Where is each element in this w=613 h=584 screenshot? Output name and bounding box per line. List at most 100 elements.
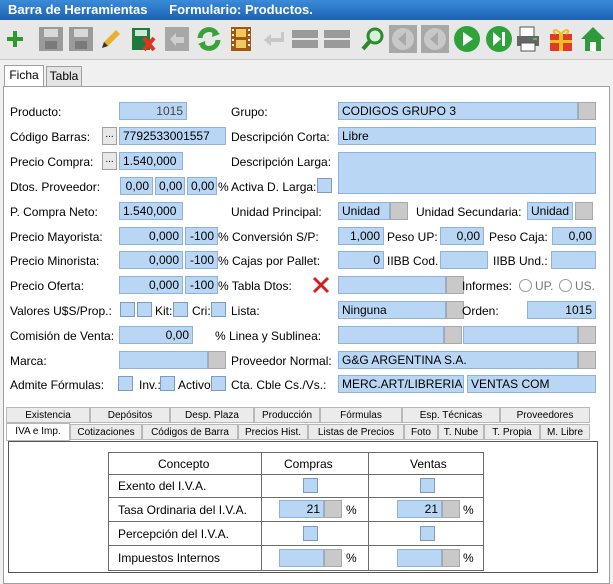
home-icon[interactable] bbox=[578, 24, 608, 54]
precio-compra-field[interactable]: 1.540,000 bbox=[119, 152, 183, 170]
search-icon[interactable] bbox=[358, 24, 388, 54]
tab-listas-precios[interactable]: Listas de Precios bbox=[308, 424, 404, 440]
tabla-dtos-field[interactable] bbox=[338, 276, 446, 294]
unidad-secundaria-dropdown[interactable] bbox=[575, 202, 593, 220]
iibb-cod-field[interactable] bbox=[440, 251, 488, 269]
close-icon[interactable] bbox=[311, 275, 331, 295]
desc-corta-field[interactable]: Libre bbox=[338, 127, 596, 145]
desc-larga-field[interactable] bbox=[338, 152, 596, 194]
iibb-und-field[interactable] bbox=[551, 251, 596, 269]
sublinea-dropdown[interactable] bbox=[578, 326, 596, 344]
tab-proveedores[interactable]: Proveedores bbox=[500, 407, 590, 423]
save-as-icon[interactable] bbox=[66, 24, 96, 54]
back-arrow-icon[interactable] bbox=[258, 24, 288, 54]
tab-ficha[interactable]: Ficha bbox=[4, 65, 44, 87]
tab-existencia[interactable]: Existencia bbox=[6, 407, 90, 423]
next-record-icon[interactable] bbox=[452, 24, 482, 54]
informes-up-radio[interactable] bbox=[519, 279, 532, 292]
tab-t-propia[interactable]: T. Propia bbox=[484, 424, 540, 440]
impuestos-ventas-spin[interactable] bbox=[442, 549, 460, 567]
cta-compras-field[interactable]: MERC.ART/LIBRERIA bbox=[338, 375, 464, 393]
tab-tabla[interactable]: Tabla bbox=[46, 66, 82, 86]
proveedor-field[interactable]: G&G ARGENTINA S.A. bbox=[338, 351, 578, 369]
orden-field[interactable]: 1015 bbox=[527, 301, 596, 319]
precio-compra-browse-button[interactable]: ... bbox=[102, 152, 117, 170]
tab-foto[interactable]: Foto bbox=[404, 424, 438, 440]
tab-produccion[interactable]: Producción bbox=[254, 407, 320, 423]
tab-cotizaciones[interactable]: Cotizaciones bbox=[70, 424, 142, 440]
conversion-field[interactable]: 1,000 bbox=[338, 227, 384, 245]
percepcion-compras-checkbox[interactable] bbox=[303, 526, 318, 541]
delete-icon[interactable] bbox=[128, 24, 158, 54]
informes-us-radio[interactable] bbox=[559, 279, 572, 292]
film-icon[interactable] bbox=[226, 24, 256, 54]
marca-dropdown[interactable] bbox=[208, 351, 226, 369]
grupo-dropdown-button[interactable] bbox=[578, 102, 596, 120]
edit-pencil-icon[interactable] bbox=[96, 24, 126, 54]
previous-record-icon[interactable] bbox=[420, 24, 450, 54]
gift-icon[interactable] bbox=[546, 24, 576, 54]
exento-ventas-checkbox[interactable] bbox=[420, 478, 435, 493]
proveedor-dropdown[interactable] bbox=[578, 351, 596, 369]
inv-checkbox[interactable] bbox=[160, 376, 175, 391]
first-record-icon[interactable] bbox=[388, 24, 418, 54]
sublinea-field[interactable] bbox=[463, 326, 578, 344]
tab-depositos[interactable]: Depósitos bbox=[90, 407, 170, 423]
cri-checkbox[interactable] bbox=[211, 302, 226, 317]
precio-minorista-pct-field[interactable]: -100 bbox=[185, 251, 218, 269]
precio-mayorista-field[interactable]: 0,000 bbox=[119, 227, 183, 245]
precio-oferta-pct-field[interactable]: -100 bbox=[185, 276, 218, 294]
percepcion-ventas-checkbox[interactable] bbox=[420, 526, 435, 541]
unidad-principal-dropdown[interactable] bbox=[390, 202, 408, 220]
admite-formulas-checkbox[interactable] bbox=[118, 376, 133, 391]
p-compra-neto-field[interactable]: 1.540,000 bbox=[119, 202, 183, 220]
lista-field[interactable]: Ninguna bbox=[338, 301, 446, 319]
impuestos-compras-spin[interactable] bbox=[324, 549, 342, 567]
tasa-ventas-field[interactable]: 21 bbox=[397, 500, 442, 518]
activo-checkbox[interactable] bbox=[211, 376, 226, 391]
dto3-field[interactable]: 0,00 bbox=[187, 177, 217, 195]
linea-field[interactable] bbox=[338, 326, 444, 344]
tab-m-libre[interactable]: M. Libre bbox=[540, 424, 590, 440]
dto2-field[interactable]: 0,00 bbox=[155, 177, 185, 195]
tab-desp-plaza[interactable]: Desp. Plaza bbox=[170, 407, 254, 423]
save-icon[interactable] bbox=[36, 24, 66, 54]
list-alt-icon[interactable] bbox=[322, 24, 352, 54]
add-icon[interactable] bbox=[0, 24, 30, 54]
tab-esp-tecnicas[interactable]: Esp. Técnicas bbox=[402, 407, 500, 423]
print-icon[interactable] bbox=[514, 24, 544, 54]
precio-oferta-field[interactable]: 0,000 bbox=[119, 276, 183, 294]
tab-formulas[interactable]: Fórmulas bbox=[320, 407, 402, 423]
precio-mayorista-pct-field[interactable]: -100 bbox=[185, 227, 218, 245]
exento-compras-checkbox[interactable] bbox=[303, 478, 318, 493]
impuestos-ventas-field[interactable] bbox=[397, 549, 442, 567]
marca-field[interactable] bbox=[119, 351, 208, 369]
refresh-icon[interactable] bbox=[194, 24, 224, 54]
tab-iva-imp[interactable]: IVA e Imp. bbox=[6, 423, 70, 441]
last-record-icon[interactable] bbox=[484, 24, 514, 54]
tasa-compras-field[interactable]: 21 bbox=[279, 500, 324, 518]
unidad-secundaria-field[interactable]: Unidad bbox=[527, 202, 573, 220]
codigo-barras-field[interactable]: 7792533001557 bbox=[119, 127, 226, 145]
valores-checkbox-2[interactable] bbox=[137, 302, 152, 317]
peso-caja-field[interactable]: 0,00 bbox=[552, 227, 596, 245]
producto-field[interactable]: 1015 bbox=[119, 102, 187, 120]
comision-field[interactable]: 0,00 bbox=[119, 326, 193, 344]
tab-codigos-barra[interactable]: Códigos de Barra bbox=[142, 424, 238, 440]
activa-d-larga-checkbox[interactable] bbox=[317, 178, 332, 193]
tab-t-nube[interactable]: T. Nube bbox=[438, 424, 484, 440]
peso-up-field[interactable]: 0,00 bbox=[440, 227, 484, 245]
linea-dropdown[interactable] bbox=[444, 326, 462, 344]
tasa-ventas-spin[interactable] bbox=[442, 500, 460, 518]
precio-minorista-field[interactable]: 0,000 bbox=[119, 251, 183, 269]
list-icon[interactable] bbox=[290, 24, 320, 54]
cta-ventas-field[interactable]: VENTAS COM bbox=[467, 375, 596, 393]
codigo-barras-browse-button[interactable]: ... bbox=[102, 127, 117, 145]
impuestos-compras-field[interactable] bbox=[279, 549, 324, 567]
tasa-compras-spin[interactable] bbox=[324, 500, 342, 518]
kit-checkbox[interactable] bbox=[173, 302, 188, 317]
unidad-principal-field[interactable]: Unidad bbox=[338, 202, 390, 220]
tab-precios-hist[interactable]: Precios Hist. bbox=[238, 424, 308, 440]
valores-checkbox-1[interactable] bbox=[120, 302, 135, 317]
dto1-field[interactable]: 0,00 bbox=[120, 177, 153, 195]
